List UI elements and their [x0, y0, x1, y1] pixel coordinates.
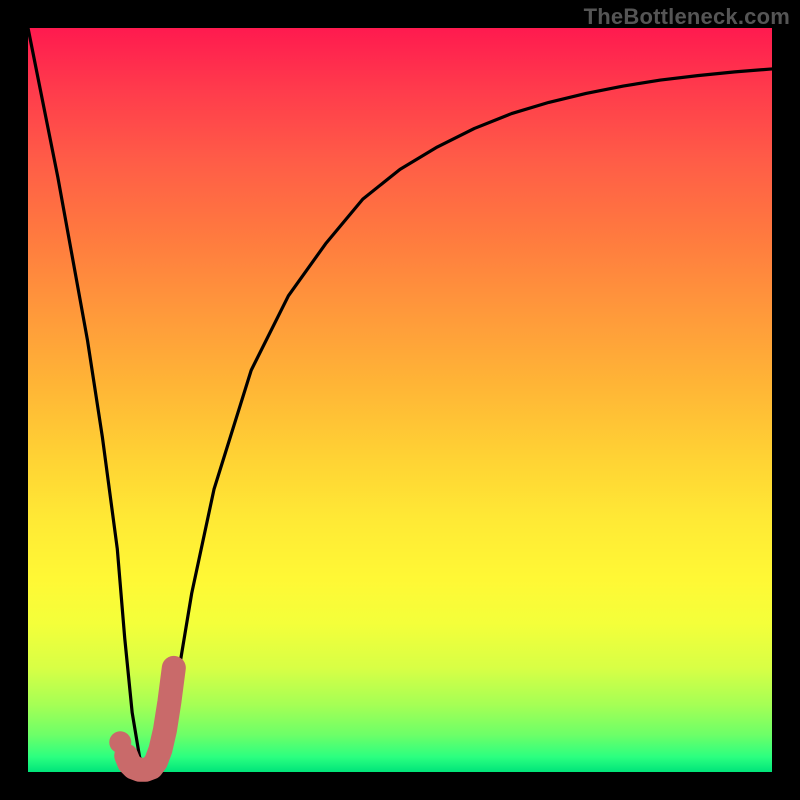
- j-marker-dot: [109, 731, 131, 753]
- bottleneck-curve: [28, 28, 772, 772]
- plot-area: [28, 28, 772, 772]
- chart-frame: TheBottleneck.com: [0, 0, 800, 800]
- chart-svg: [28, 28, 772, 772]
- watermark-text: TheBottleneck.com: [584, 4, 790, 30]
